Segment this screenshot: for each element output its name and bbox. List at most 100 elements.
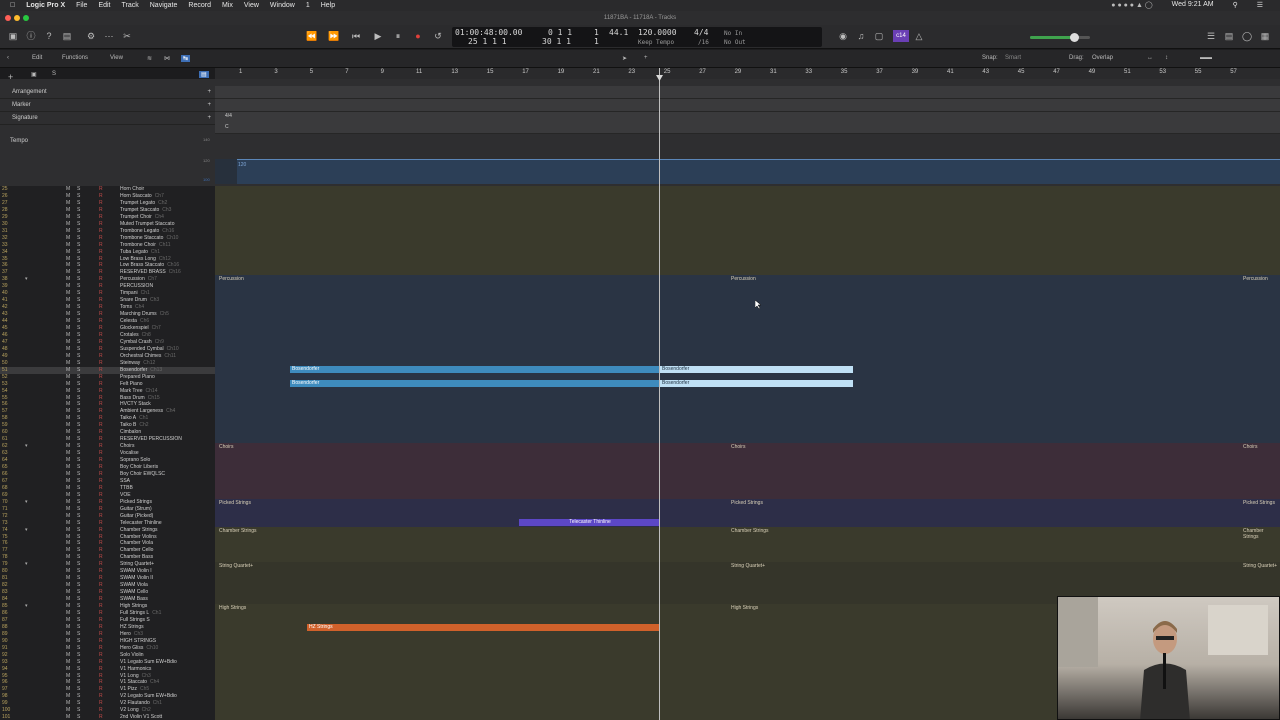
track-header[interactable]: 43 M S R Marching Drums Ch5 xyxy=(0,311,215,318)
record-enable-button[interactable]: R xyxy=(99,659,103,666)
mute-button[interactable]: M xyxy=(66,707,70,714)
stop-button[interactable]: ⏸ xyxy=(392,30,404,42)
record-enable-button[interactable]: R xyxy=(99,534,103,541)
solo-icon[interactable]: ▢ xyxy=(873,30,885,42)
record-enable-button[interactable]: R xyxy=(99,603,103,610)
add-arrangement-icon[interactable]: + xyxy=(207,86,211,99)
record-enable-button[interactable]: R xyxy=(99,235,103,242)
track-header[interactable]: 57 M S R Ambient Largeness Ch4 xyxy=(0,408,215,415)
record-enable-button[interactable]: R xyxy=(99,283,103,290)
status-icons[interactable]: ● ● ● ● ▲ ◯ xyxy=(1111,1,1152,9)
solo-button[interactable]: S xyxy=(77,249,80,256)
mute-button[interactable]: M xyxy=(66,332,70,339)
view-menu[interactable]: View xyxy=(110,55,123,61)
mute-button[interactable]: M xyxy=(66,471,70,478)
mute-button[interactable]: M xyxy=(66,631,70,638)
mute-button[interactable]: M xyxy=(66,520,70,527)
mute-button[interactable]: M xyxy=(66,242,70,249)
track-name[interactable]: Celesta Ch6 xyxy=(120,318,205,325)
track-name[interactable]: Picked Strings xyxy=(120,499,205,506)
mute-button[interactable]: M xyxy=(66,235,70,242)
mute-button[interactable]: M xyxy=(66,415,70,422)
mute-button[interactable]: M xyxy=(66,401,70,408)
track-header[interactable]: 100 M S R V2 Long Ch2 xyxy=(0,707,215,714)
track-name[interactable]: Taiko A Ch1 xyxy=(120,415,205,422)
solo-button[interactable]: S xyxy=(77,457,80,464)
track-name[interactable]: Crotales Ch8 xyxy=(120,332,205,339)
record-enable-button[interactable]: R xyxy=(99,478,103,485)
mute-button[interactable]: M xyxy=(66,596,70,603)
track-header[interactable]: 88 M S R HZ Strings xyxy=(0,624,215,631)
solo-button[interactable]: S xyxy=(77,388,80,395)
track-name[interactable]: Full Strings L Ch1 xyxy=(120,610,205,617)
record-enable-button[interactable]: R xyxy=(99,700,103,707)
mute-button[interactable]: M xyxy=(66,276,70,283)
mute-button[interactable]: M xyxy=(66,262,70,269)
record-enable-button[interactable]: R xyxy=(99,693,103,700)
record-enable-button[interactable]: R xyxy=(99,429,103,436)
track-name[interactable]: Chamber Strings xyxy=(120,527,205,534)
track-header[interactable]: 34 M S R Tuba Legato Ch1 xyxy=(0,249,215,256)
solo-button[interactable]: S xyxy=(77,513,80,520)
mute-button[interactable]: M xyxy=(66,589,70,596)
mute-button[interactable]: M xyxy=(66,422,70,429)
track-name[interactable]: Hero Ch3 xyxy=(120,631,205,638)
record-enable-button[interactable]: R xyxy=(99,221,103,228)
track-header[interactable]: 49 M S R Orchestral Chimes Ch11 xyxy=(0,353,215,360)
mute-button[interactable]: M xyxy=(66,679,70,686)
record-enable-button[interactable]: R xyxy=(99,610,103,617)
browsers-icon[interactable]: ▦ xyxy=(1259,30,1271,42)
solo-button[interactable]: S xyxy=(77,422,80,429)
solo-button[interactable]: S xyxy=(77,318,80,325)
record-enable-button[interactable]: R xyxy=(99,450,103,457)
track-header[interactable]: 25 M S R Horn Choir xyxy=(0,186,215,193)
track-name[interactable]: Felt Piano xyxy=(120,381,205,388)
track-name[interactable]: Guitar (Strum) xyxy=(120,506,205,513)
mute-button[interactable]: M xyxy=(66,269,70,276)
solo-button[interactable]: S xyxy=(77,262,80,269)
zoom-window-button[interactable] xyxy=(23,15,29,21)
record-enable-button[interactable]: R xyxy=(99,214,103,221)
track-name[interactable]: Suspended Cymbal Ch10 xyxy=(120,346,205,353)
track-name[interactable]: SWAM Bass xyxy=(120,596,205,603)
add-signature-icon[interactable]: + xyxy=(207,112,211,125)
solo-button[interactable]: S xyxy=(77,547,80,554)
solo-button[interactable]: S xyxy=(77,659,80,666)
track-header[interactable]: 30 M S R Muted Trumpet Staccato xyxy=(0,221,215,228)
record-enable-button[interactable]: R xyxy=(99,485,103,492)
mute-button[interactable]: M xyxy=(66,200,70,207)
track-header[interactable]: 39 M S R PERCUSSION xyxy=(0,283,215,290)
track-name[interactable]: HIGH STRINGS xyxy=(120,638,205,645)
solo-button[interactable]: S xyxy=(77,666,80,673)
mute-button[interactable]: M xyxy=(66,506,70,513)
solo-button[interactable]: S xyxy=(77,228,80,235)
track-name[interactable]: Choirs xyxy=(120,443,205,450)
record-enable-button[interactable]: R xyxy=(99,471,103,478)
library-icon[interactable]: ▣ xyxy=(7,30,19,42)
percussion-folder-lane[interactable]: Percussion Percussion Percussion xyxy=(215,275,1280,443)
solo-button[interactable]: S xyxy=(77,589,80,596)
track-name[interactable]: V1 Legato Sum EW+Bdio xyxy=(120,659,205,666)
arrangement-lane[interactable] xyxy=(215,86,1280,99)
mute-button[interactable]: M xyxy=(66,318,70,325)
track-header[interactable]: 65 M S R Boy Choir Liberis xyxy=(0,464,215,471)
tempo-lane[interactable]: 120 xyxy=(215,159,1280,184)
solo-button[interactable]: S xyxy=(77,207,80,214)
menu-edit[interactable]: Edit xyxy=(98,2,110,9)
track-header[interactable]: 41 M S R Snare Drum Ch3 xyxy=(0,297,215,304)
mute-button[interactable]: M xyxy=(66,547,70,554)
mute-button[interactable]: M xyxy=(66,429,70,436)
region-bosendorfer-3[interactable]: Bosendorfer xyxy=(290,380,659,387)
mute-button[interactable]: M xyxy=(66,388,70,395)
bar-ruler[interactable]: 1 3 5 7 9 11 13 15 17 19 21 23 25 27 29 31 33 35 37 39 41 43 4… xyxy=(215,68,1280,79)
zoom-vertical-icon[interactable]: ↕ xyxy=(1165,55,1168,61)
mute-button[interactable]: M xyxy=(66,478,70,485)
mute-button[interactable]: M xyxy=(66,617,70,624)
show-global-tracks-icon[interactable]: ▤ xyxy=(199,71,209,78)
track-name[interactable]: SWAM Cello xyxy=(120,589,205,596)
mute-button[interactable]: M xyxy=(66,700,70,707)
track-name[interactable]: Low Brass Long Ch12 xyxy=(120,256,205,263)
app-menu[interactable]: Logic Pro X xyxy=(26,2,65,9)
track-name[interactable]: Full Strings S xyxy=(120,617,205,624)
mute-button[interactable]: M xyxy=(66,686,70,693)
